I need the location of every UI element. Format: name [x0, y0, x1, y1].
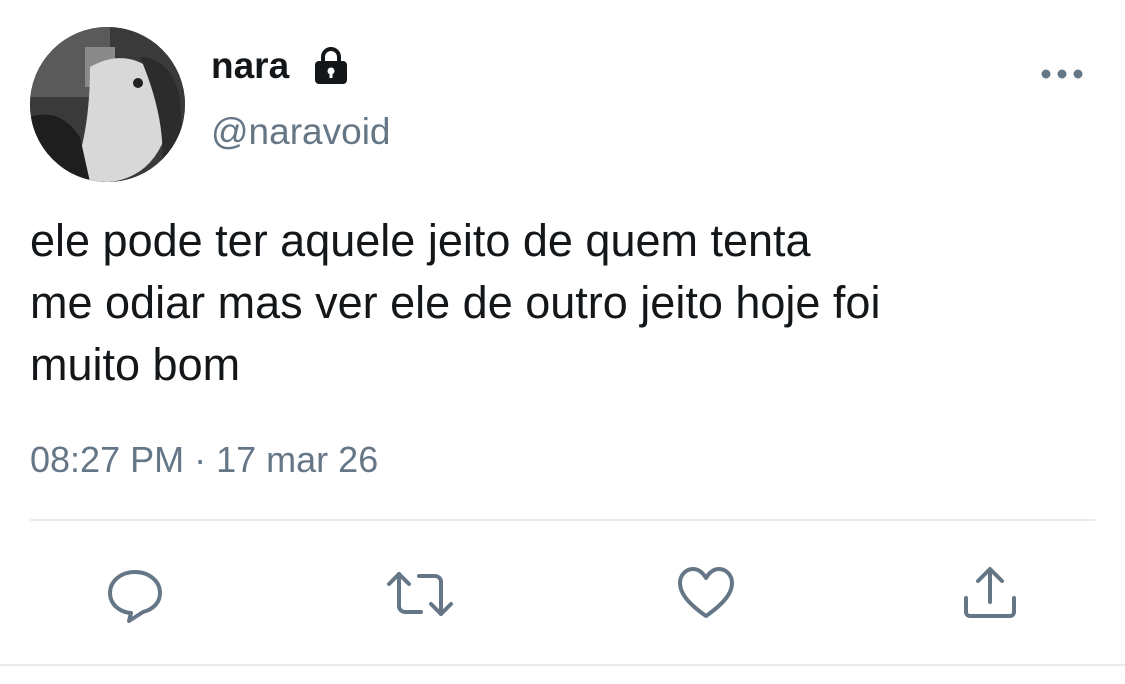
tweet-text: ele pode ter aquele jeito de quem tenta …: [30, 215, 881, 390]
retweet-button[interactable]: [385, 564, 453, 624]
timestamp-separator: ·: [194, 439, 207, 480]
tweet-date[interactable]: 17 mar 26: [216, 439, 378, 480]
user-handle[interactable]: @naravoid: [211, 110, 391, 154]
share-button[interactable]: [960, 564, 1020, 624]
share-icon: [964, 567, 1016, 618]
retweet-icon: [387, 572, 453, 616]
more-horizontal-icon[interactable]: [1038, 62, 1086, 86]
tweet-time[interactable]: 08:27 PM: [30, 439, 184, 480]
heart-icon: [678, 567, 734, 618]
lock-icon: [311, 46, 351, 86]
timestamp: 08:27 PM · 17 mar 26: [30, 438, 378, 482]
reply-icon: [108, 570, 162, 623]
reply-button[interactable]: [105, 564, 165, 624]
divider: [30, 519, 1095, 521]
like-button[interactable]: [676, 564, 736, 624]
author-row: nara: [211, 44, 351, 88]
divider: [0, 664, 1125, 666]
display-name[interactable]: nara: [211, 44, 289, 88]
avatar[interactable]: [30, 27, 185, 182]
